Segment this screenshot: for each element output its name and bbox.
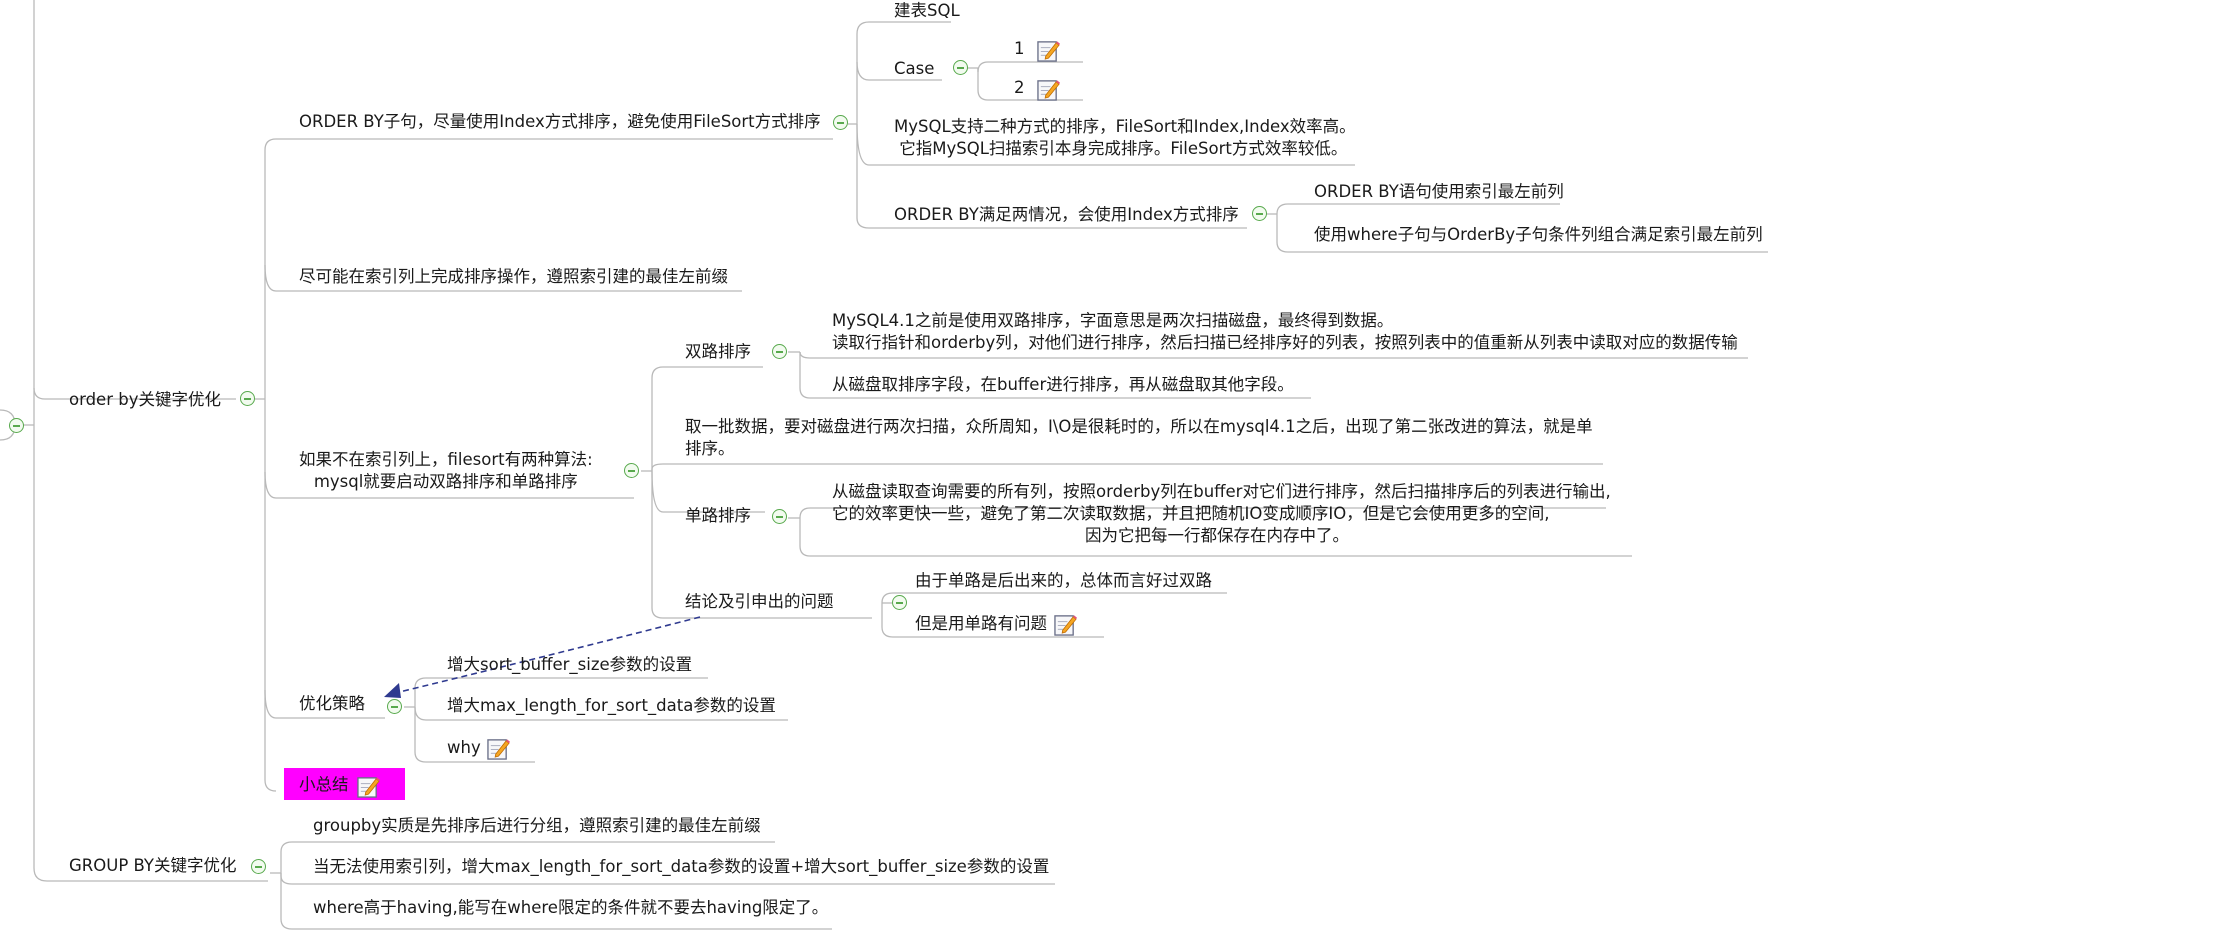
node-double-sort[interactable]: 双路排序	[685, 341, 751, 363]
node-conclusion-1[interactable]: 由于单路是后出来的，总体而言好过双路	[915, 570, 1212, 592]
node-conclusion[interactable]: 结论及引申出的问题	[685, 591, 834, 613]
node-group-by-2[interactable]: 当无法使用索引列，增大max_length_for_sort_data参数的设置…	[313, 856, 1049, 878]
single-desc-line-3: 因为它把每一行都保存在内存中了。	[1085, 526, 1349, 545]
node-case-where[interactable]: 使用where子句与OrderBy子句条件列组合满足索引最左前列	[1314, 224, 1763, 246]
single-sort-collapse-minus-icon[interactable]	[772, 509, 787, 524]
conclusion-2-note-pencil-icon[interactable]	[1054, 613, 1077, 636]
single-desc-line-2: 它的效率更快一些，避免了第二次读取数据，并且把随机IO变成顺序IO，但是它会使用…	[832, 504, 1550, 523]
case-collapse-minus-icon[interactable]	[953, 60, 968, 75]
node-sort-on-index[interactable]: 尽可能在索引列上完成排序操作，遵照索引建的最佳左前缀	[299, 266, 728, 288]
root-collapse-minus-icon[interactable]	[9, 418, 24, 433]
relationship-arrowhead	[384, 683, 401, 698]
node-double-desc[interactable]: MySQL4.1之前是使用双路排序，字面意思是两次扫描磁盘，最终得到数据。 读取…	[832, 310, 1738, 354]
node-group-by[interactable]: GROUP BY关键字优化	[69, 855, 237, 877]
node-group-by-3[interactable]: where高于having,能写在where限定的条件就不要去having限定了…	[313, 897, 828, 919]
node-batch-note[interactable]: 取一批数据，要对磁盘进行两次扫描，众所周知，I\O是很耗时的，所以在mysql4…	[685, 416, 1593, 460]
strategy-collapse-minus-icon[interactable]	[387, 699, 402, 714]
order-by-collapse-minus-icon[interactable]	[240, 391, 255, 406]
node-filesort[interactable]: 如果不在索引列上，filesort有两种算法: mysql就要启动双路排序和单路…	[299, 449, 593, 493]
node-conclusion-2[interactable]: 但是用单路有问题	[915, 613, 1047, 635]
node-single-sort[interactable]: 单路排序	[685, 505, 751, 527]
group-by-collapse-minus-icon[interactable]	[251, 859, 266, 874]
double-sort-collapse-minus-icon[interactable]	[772, 344, 787, 359]
node-case-leftmost[interactable]: ORDER BY语句使用索引最左前列	[1314, 181, 1564, 203]
node-order-by-clause[interactable]: ORDER BY子句，尽量使用Index方式排序，避免使用FileSort方式排…	[299, 111, 821, 133]
why-note-pencil-icon[interactable]	[487, 737, 510, 760]
node-single-desc[interactable]: 从磁盘读取查询需要的所有列，按照orderby列在buffer对它们进行排序，然…	[832, 481, 1611, 547]
case-2-note-pencil-icon[interactable]	[1037, 78, 1060, 101]
order-by-clause-collapse-minus-icon[interactable]	[833, 115, 848, 130]
node-strategy-2[interactable]: 增大max_length_for_sort_data参数的设置	[447, 695, 776, 717]
node-strategy-why[interactable]: why	[447, 737, 481, 759]
conclusion-collapse-minus-icon[interactable]	[892, 595, 907, 610]
node-group-by-1[interactable]: groupby实质是先排序后进行分组，遵照索引建的最佳左前缀	[313, 815, 761, 837]
case-1-note-pencil-icon[interactable]	[1037, 39, 1060, 62]
node-create-sql[interactable]: 建表SQL	[894, 0, 960, 22]
single-desc-line-1: 从磁盘读取查询需要的所有列，按照orderby列在buffer对它们进行排序，然…	[832, 482, 1611, 501]
node-order-by[interactable]: order by关键字优化	[69, 389, 221, 411]
node-case-2[interactable]: 2	[1014, 77, 1025, 99]
node-two-index-cases[interactable]: ORDER BY满足两情况，会使用Index方式排序	[894, 204, 1239, 226]
node-strategy-1[interactable]: 增大sort_buffer_size参数的设置	[447, 654, 692, 676]
two-cases-collapse-minus-icon[interactable]	[1252, 206, 1267, 221]
node-double-step[interactable]: 从磁盘取排序字段，在buffer进行排序，再从磁盘取其他字段。	[832, 374, 1294, 396]
node-case[interactable]: Case	[894, 58, 934, 80]
node-summary[interactable]: 小总结	[299, 774, 349, 796]
node-case-1[interactable]: 1	[1014, 38, 1025, 60]
node-strategy[interactable]: 优化策略	[299, 693, 365, 715]
filesort-collapse-minus-icon[interactable]	[624, 463, 639, 478]
summary-note-pencil-icon[interactable]	[357, 775, 380, 798]
node-two-sort-methods[interactable]: MySQL支持二种方式的排序，FileSort和Index,Index效率高。 …	[894, 116, 1356, 160]
